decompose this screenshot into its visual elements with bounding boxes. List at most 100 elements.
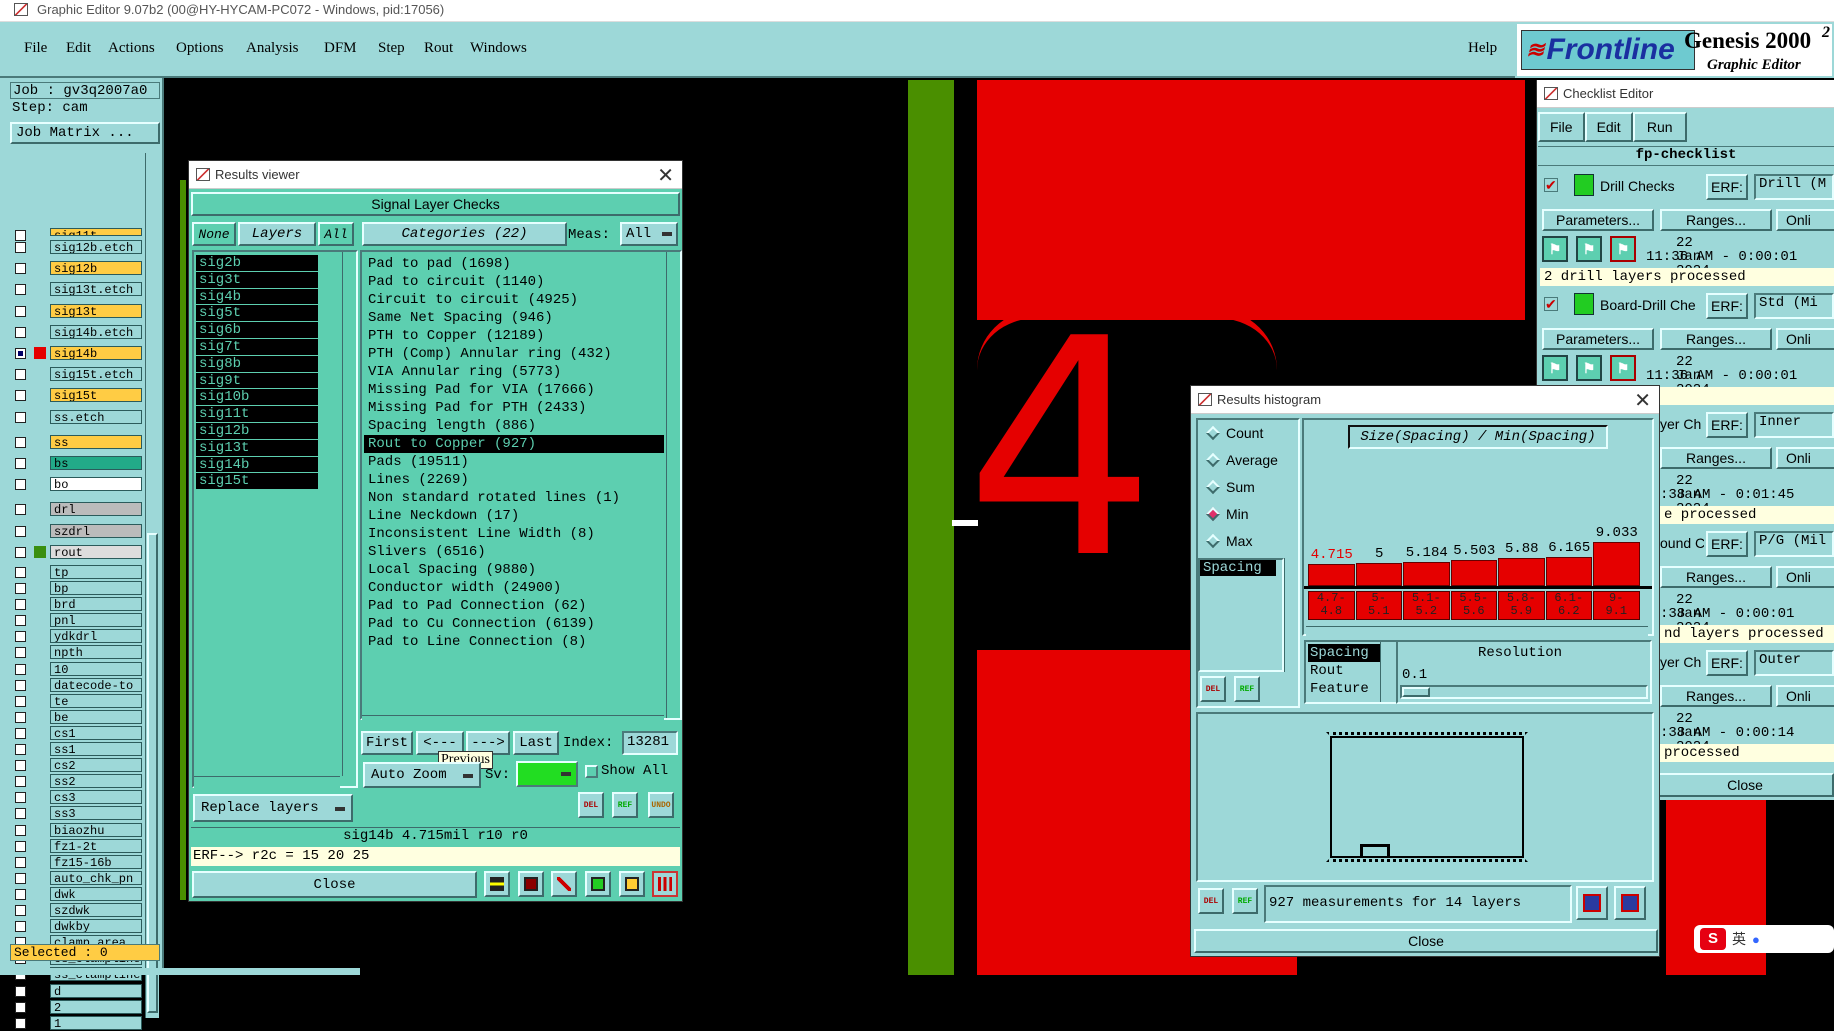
- category-item[interactable]: Inconsistent Line Width (8): [364, 525, 664, 543]
- layer-checkbox[interactable]: [15, 840, 26, 852]
- layer-row[interactable]: 10: [12, 661, 142, 677]
- layer-row[interactable]: 2: [12, 999, 142, 1015]
- erf-button[interactable]: ERF:: [1706, 650, 1748, 676]
- category-item[interactable]: Missing Pad for VIA (17666): [364, 381, 664, 399]
- layer-checkbox[interactable]: [15, 369, 26, 381]
- checklist-close-button[interactable]: Close: [1656, 773, 1834, 797]
- layer-row[interactable]: bs: [12, 456, 142, 471]
- category-item[interactable]: Slivers (6516): [364, 543, 664, 561]
- layer-checkbox[interactable]: [15, 284, 26, 296]
- layer-row[interactable]: ss1: [12, 742, 142, 757]
- category-item[interactable]: Non standard rotated lines (1): [364, 489, 664, 507]
- layer-checkbox[interactable]: [15, 776, 26, 788]
- layer-row[interactable]: cs2: [12, 758, 142, 773]
- layer-row[interactable]: ss.etch: [12, 409, 142, 425]
- category-item[interactable]: Local Spacing (9880): [364, 561, 664, 579]
- layer-checkbox[interactable]: [15, 985, 26, 997]
- layer-checkbox[interactable]: [15, 888, 26, 900]
- layer-name[interactable]: ss1: [50, 742, 142, 756]
- layer-name[interactable]: sig14b: [50, 346, 142, 360]
- layer-name[interactable]: tp: [50, 564, 142, 579]
- check-name[interactable]: yer Ch: [1660, 416, 1704, 432]
- layer-row[interactable]: fz15-16b: [12, 854, 142, 870]
- toolbar-btn-1[interactable]: [484, 871, 510, 897]
- layer-checkbox[interactable]: [15, 525, 26, 537]
- histogram-bar[interactable]: [1498, 558, 1545, 586]
- erf-value[interactable]: Drill (M: [1754, 174, 1834, 200]
- menu-help[interactable]: Help: [1468, 40, 1497, 57]
- layer-checkbox[interactable]: [15, 647, 26, 659]
- online-button[interactable]: Onli: [1776, 566, 1834, 588]
- layer-name[interactable]: cs2: [50, 758, 142, 773]
- result-layer-item[interactable]: sig3t: [196, 271, 318, 289]
- histogram-bar[interactable]: [1403, 561, 1450, 586]
- stat-option-min[interactable]: Min: [1205, 506, 1249, 522]
- layer-name[interactable]: ss3: [50, 806, 142, 821]
- result-layer-item[interactable]: sig12b: [196, 422, 318, 440]
- result-layer-item[interactable]: sig11t: [196, 406, 318, 423]
- layer-name[interactable]: szdwk: [50, 903, 142, 917]
- erf-value[interactable]: Inner: [1754, 412, 1834, 438]
- layer-row[interactable]: brd: [12, 597, 142, 612]
- toolbar-btn-3[interactable]: [551, 871, 577, 897]
- hist-ref-button-2[interactable]: REF: [1232, 888, 1258, 914]
- layer-checkbox[interactable]: [15, 263, 26, 275]
- category-item[interactable]: Pad to pad (1698): [364, 255, 664, 273]
- layer-checkbox[interactable]: [15, 436, 26, 448]
- layer-row[interactable]: biaozhu: [12, 822, 142, 838]
- layer-row[interactable]: sig13t.etch: [12, 282, 142, 297]
- result-layer-item[interactable]: sig6b: [196, 322, 318, 339]
- layer-checkbox[interactable]: [15, 583, 26, 594]
- check-enable-checkbox[interactable]: ✔: [1544, 178, 1558, 192]
- histogram-close-button[interactable]: Close: [1194, 929, 1658, 953]
- layer-name[interactable]: auto_chk_pn: [50, 870, 142, 885]
- layer-row[interactable]: fz1-2t: [12, 838, 142, 854]
- layer-checkbox[interactable]: [15, 1017, 26, 1029]
- layer-name[interactable]: ss2: [50, 774, 142, 789]
- layer-checkbox[interactable]: [15, 663, 26, 675]
- sv-select[interactable]: [516, 761, 578, 787]
- categories-button[interactable]: Categories (22): [362, 222, 567, 246]
- layer-name[interactable]: ss: [50, 434, 142, 449]
- run-check-icon[interactable]: ⚑: [1610, 355, 1636, 381]
- layer-name[interactable]: bs: [50, 456, 142, 470]
- layer-name[interactable]: fz15-16b: [50, 854, 142, 869]
- layer-row[interactable]: bo: [12, 477, 142, 492]
- attr-list-scrollbar[interactable]: [1380, 642, 1394, 702]
- layer-name[interactable]: cs1: [50, 725, 142, 740]
- categories-list-scrollbar[interactable]: [666, 252, 680, 718]
- layer-checkbox[interactable]: [15, 711, 26, 723]
- category-item[interactable]: Conductor width (24900): [364, 579, 664, 597]
- layers-list-scrollbar[interactable]: [342, 252, 356, 776]
- layer-name[interactable]: ss.etch: [50, 409, 142, 424]
- erf-value[interactable]: P/G (Mil: [1754, 531, 1834, 557]
- attr-item[interactable]: Feature: [1308, 680, 1382, 698]
- category-item[interactable]: Missing Pad for PTH (2433): [364, 399, 664, 417]
- online-button[interactable]: Onli: [1776, 447, 1834, 469]
- layer-row[interactable]: drl: [12, 502, 142, 517]
- layer-name[interactable]: te: [50, 693, 142, 708]
- ime-indicator[interactable]: S 英 ●: [1694, 925, 1834, 953]
- layer-row[interactable]: ss2: [12, 774, 142, 789]
- layer-name[interactable]: biaozhu: [50, 822, 142, 837]
- run-check-icon[interactable]: ⚑: [1576, 236, 1602, 262]
- result-layer-item[interactable]: sig4b: [196, 288, 318, 306]
- ranges-button[interactable]: Ranges...: [1660, 566, 1772, 588]
- layer-checkbox[interactable]: [15, 760, 26, 772]
- layer-name[interactable]: 10: [50, 661, 142, 676]
- histogram-bar[interactable]: [1355, 562, 1402, 586]
- result-layer-item[interactable]: sig8b: [196, 355, 318, 373]
- online-button[interactable]: Onli: [1776, 209, 1834, 231]
- menu-options[interactable]: Options: [176, 40, 224, 57]
- categories-list-hscroll[interactable]: [362, 715, 664, 727]
- stat-list-item[interactable]: Spacing: [1200, 560, 1276, 576]
- layer-checkbox[interactable]: [15, 504, 26, 516]
- run-check-icon[interactable]: ⚑: [1576, 355, 1602, 381]
- online-button[interactable]: Onli: [1776, 685, 1834, 707]
- hist-del-button-2[interactable]: DEL: [1198, 888, 1224, 914]
- category-item[interactable]: Lines (2269): [364, 471, 664, 489]
- meas-select[interactable]: All: [620, 222, 678, 246]
- erf-button[interactable]: ERF:: [1706, 174, 1748, 200]
- category-item[interactable]: VIA Annular ring (5773): [364, 363, 664, 381]
- layer-name[interactable]: szdrl: [50, 523, 142, 538]
